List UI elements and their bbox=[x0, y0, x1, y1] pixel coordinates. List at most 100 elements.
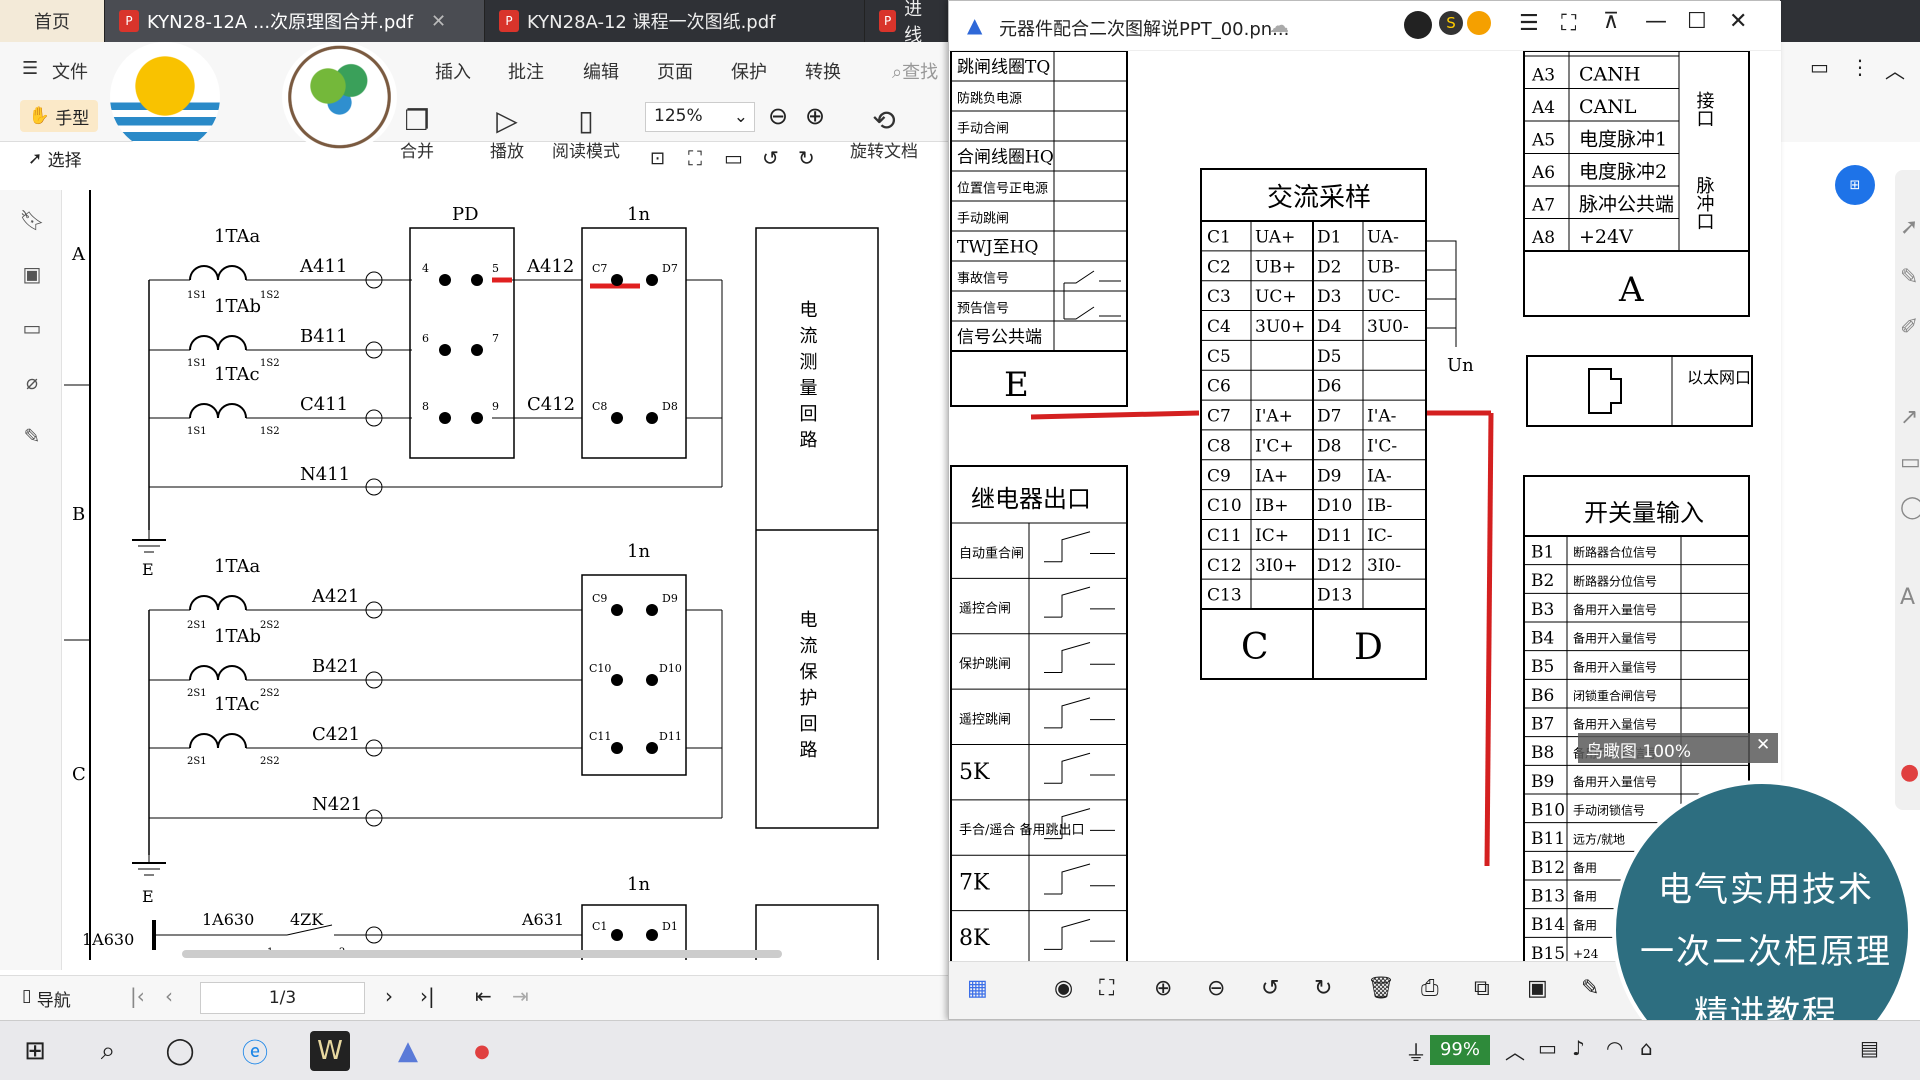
tab-home[interactable]: 首页 bbox=[0, 0, 105, 42]
rotate-right-icon[interactable]: ↻ bbox=[1314, 976, 1332, 1001]
close-icon[interactable]: ✕ bbox=[431, 11, 446, 32]
bookmark-icon[interactable]: 🔖︎ bbox=[19, 208, 44, 232]
menu-file[interactable]: 文件 bbox=[52, 58, 88, 84]
menu-icon[interactable]: ☰ bbox=[1519, 11, 1539, 36]
fit-width-icon[interactable]: ▭ bbox=[724, 146, 743, 170]
fit-icon[interactable]: ⛶ bbox=[1099, 976, 1114, 1001]
rotate-left-icon[interactable]: ↺ bbox=[1261, 976, 1279, 1001]
more-icon[interactable]: ⋮ bbox=[1850, 55, 1870, 79]
fullscreen-icon[interactable]: ⛶ bbox=[1561, 11, 1576, 36]
zoom-in-icon[interactable]: ⊕ bbox=[1154, 976, 1172, 1001]
signature-icon[interactable]: ✎ bbox=[20, 424, 44, 448]
menu-convert[interactable]: 转换 bbox=[805, 58, 841, 84]
nav-label: 导航 bbox=[36, 991, 71, 1011]
page-input[interactable]: 1/3 bbox=[200, 982, 365, 1014]
first-page-icon[interactable]: |‹ bbox=[130, 984, 145, 1008]
pin-icon[interactable]: ⊼ bbox=[1603, 9, 1619, 34]
tab-pdf-2[interactable]: P KYN28A-12 课程一次图纸.pdf bbox=[485, 0, 865, 42]
ct-pin: 2S1 bbox=[187, 756, 207, 767]
windows-start-icon[interactable]: ⊞ bbox=[15, 1031, 55, 1071]
mouse-icon[interactable]: ◉ bbox=[1054, 976, 1073, 1001]
pointer-icon[interactable]: ➚ bbox=[1900, 215, 1918, 240]
battery-icon[interactable]: ▭ bbox=[1538, 1036, 1557, 1060]
rotate-right-icon[interactable]: ↻ bbox=[798, 146, 815, 170]
nav-button[interactable]: ▯ 导航 bbox=[22, 986, 71, 1011]
switch-terminal-id: B9 bbox=[1531, 772, 1554, 792]
crop-icon[interactable]: ⧉ bbox=[1474, 976, 1490, 1001]
rotate-doc-button[interactable]: ⟲ 旋转文档 bbox=[850, 104, 918, 162]
menu-protect[interactable]: 保护 bbox=[731, 58, 767, 84]
wps-icon[interactable]: W bbox=[310, 1031, 350, 1071]
text-icon[interactable]: A bbox=[1900, 585, 1915, 610]
print-icon[interactable]: ⎙ bbox=[1421, 976, 1439, 1001]
cloud-upload-icon[interactable]: ☁ bbox=[1269, 13, 1289, 37]
close-icon[interactable]: ✕ bbox=[1729, 9, 1747, 34]
chat-icon[interactable]: ▭ bbox=[1810, 55, 1829, 79]
pdf-page[interactable]: A B C 1TAa A411 1TAb B411 1TAc C411 1S1 … bbox=[62, 190, 950, 960]
play-button[interactable]: ▷ 播放 bbox=[490, 104, 524, 162]
menu-page[interactable]: 页面 bbox=[657, 58, 693, 84]
comment-icon[interactable]: ▭ bbox=[20, 316, 44, 340]
minimize-icon[interactable]: — bbox=[1645, 9, 1667, 34]
edge-icon[interactable]: ⓔ bbox=[235, 1031, 275, 1071]
chevron-up-icon[interactable]: ︿ bbox=[1505, 1036, 1525, 1065]
attachment-icon[interactable]: ⌀ bbox=[20, 370, 44, 394]
s-badge-icon[interactable]: S bbox=[1439, 11, 1463, 35]
terminal-num: D8 bbox=[662, 400, 678, 413]
promo-line-1: 电气实用技术 bbox=[1658, 870, 1874, 910]
close-icon[interactable]: ✕ bbox=[1756, 735, 1770, 755]
zoom-out-icon[interactable]: ⊖ bbox=[1207, 976, 1225, 1001]
tab-pdf-1[interactable]: P KYN28-12A ...次原理图合并.pdf ✕ bbox=[105, 0, 485, 42]
next-page-icon[interactable]: › bbox=[385, 984, 393, 1008]
color-icon[interactable]: ● bbox=[1900, 760, 1919, 785]
search-icon[interactable]: ⌕ bbox=[88, 1031, 128, 1071]
ac-cell: UA- bbox=[1367, 227, 1399, 247]
collapse-icon[interactable]: ︿ bbox=[1885, 55, 1905, 84]
thumbnail-icon[interactable]: ▣ bbox=[20, 262, 44, 286]
read-mode-button[interactable]: ▯ 阅读模式 bbox=[552, 104, 620, 162]
horizontal-scrollbar[interactable] bbox=[182, 950, 782, 958]
network-icon[interactable]: ⌂ bbox=[1640, 1036, 1653, 1060]
edit-icon[interactable]: ✎ bbox=[1581, 976, 1599, 1001]
hamburger-icon[interactable]: ☰ bbox=[22, 58, 38, 79]
pen-icon[interactable]: ✎ bbox=[1900, 265, 1918, 290]
select-tool-button[interactable]: ➚ 选择 bbox=[28, 146, 82, 172]
rectangle-icon[interactable]: ▭ bbox=[1900, 450, 1920, 475]
merge-button[interactable]: ❐ 合并 bbox=[400, 104, 434, 162]
assistant-icon[interactable]: ⊞ bbox=[1835, 165, 1875, 205]
fit-page-icon[interactable]: ⛶ bbox=[688, 146, 702, 170]
zoom-in-icon[interactable]: ⊕ bbox=[805, 102, 825, 130]
save-icon[interactable]: ▣ bbox=[1527, 976, 1548, 1001]
prev-page-icon[interactable]: ‹ bbox=[165, 984, 173, 1008]
arrow-icon[interactable]: ↗ bbox=[1900, 405, 1918, 430]
notification-icon[interactable]: ▤ bbox=[1860, 1036, 1879, 1060]
signal-label: 手动合闸 bbox=[957, 122, 1009, 137]
menu-insert[interactable]: 插入 bbox=[435, 58, 471, 84]
tab-pdf-3[interactable]: P 进线 bbox=[865, 0, 950, 46]
vip-badge-icon[interactable] bbox=[1467, 11, 1491, 35]
avatar[interactable] bbox=[1404, 11, 1432, 39]
relay-label: 8K bbox=[959, 926, 990, 951]
search-box[interactable]: ⌕查找 bbox=[892, 58, 938, 84]
signal-label: TWJ至HQ bbox=[957, 238, 1038, 258]
cortana-icon[interactable]: ◯ bbox=[160, 1031, 200, 1071]
zoom-out-icon[interactable]: ⊖ bbox=[768, 102, 788, 130]
menu-edit[interactable]: 编辑 bbox=[583, 58, 619, 84]
back-icon[interactable]: ⇤ bbox=[475, 984, 492, 1008]
highlighter-icon[interactable]: ✐ bbox=[1900, 315, 1918, 340]
actual-size-icon[interactable]: ⊡ bbox=[650, 148, 665, 169]
rotate-left-icon[interactable]: ↺ bbox=[762, 146, 779, 170]
zoom-select[interactable]: 125% ⌄ bbox=[645, 102, 755, 132]
maximize-icon[interactable]: ☐ bbox=[1687, 9, 1707, 34]
hand-tool-button[interactable]: ✋ 手型 bbox=[20, 100, 98, 132]
recorder-icon[interactable]: ● bbox=[462, 1031, 502, 1071]
delete-icon[interactable]: 🗑︎ bbox=[1367, 976, 1395, 1001]
volume-icon[interactable]: ♪ bbox=[1572, 1036, 1585, 1060]
menu-comment[interactable]: 批注 bbox=[508, 58, 544, 84]
last-page-icon[interactable]: ›| bbox=[420, 984, 435, 1008]
grid-icon[interactable]: ▦ bbox=[967, 976, 988, 1001]
ellipse-icon[interactable]: ◯ bbox=[1900, 495, 1920, 520]
forward-icon[interactable]: ⇥ bbox=[512, 984, 529, 1008]
wifi-icon[interactable]: ◠ bbox=[1606, 1036, 1623, 1060]
photo-viewer-icon[interactable]: ▲ bbox=[388, 1031, 428, 1071]
